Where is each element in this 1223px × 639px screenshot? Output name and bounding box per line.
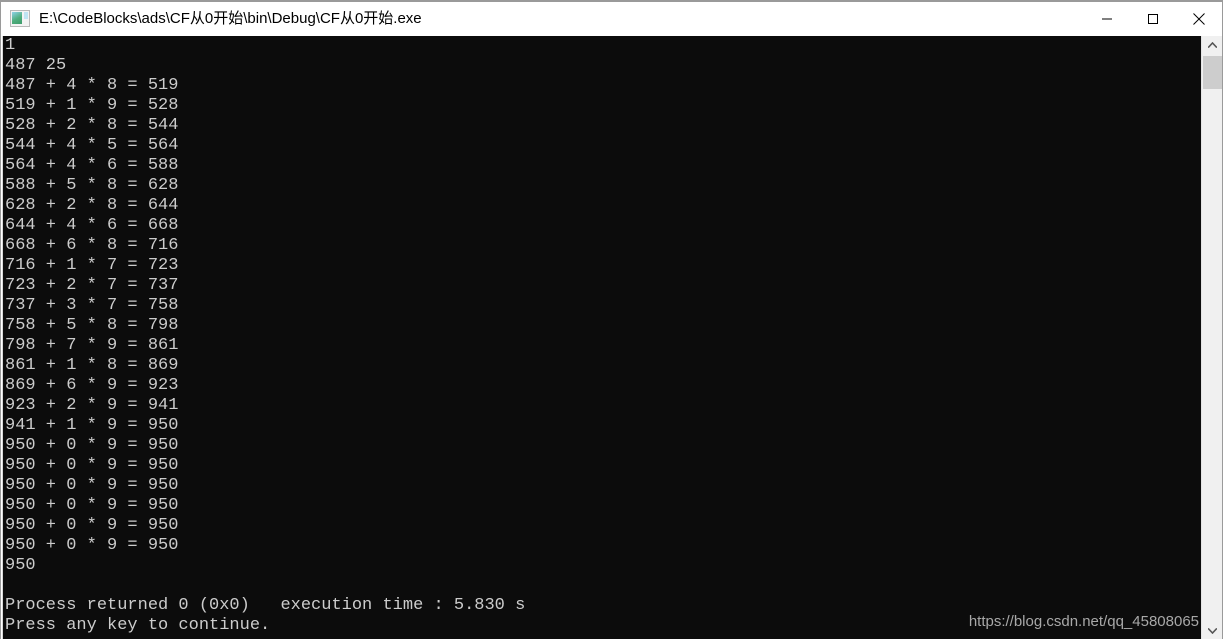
vertical-scrollbar[interactable] [1201,36,1222,639]
console-output-text: 1 487 25 487 + 4 * 8 = 519 519 + 1 * 9 =… [5,36,526,635]
scrollbar-track[interactable] [1202,54,1222,622]
maximize-icon [1148,14,1158,24]
minimize-button[interactable] [1084,2,1130,36]
console-output-area[interactable]: 1 487 25 487 + 4 * 8 = 519 519 + 1 * 9 =… [2,36,1202,639]
window-title: E:\CodeBlocks\ads\CF从0开始\bin\Debug\CF从0开… [39,10,422,27]
console-app-icon [10,10,30,28]
console-window: E:\CodeBlocks\ads\CF从0开始\bin\Debug\CF从0开… [0,0,1223,639]
close-button[interactable] [1176,2,1222,36]
minimize-icon [1102,18,1112,20]
chevron-up-icon [1208,42,1217,48]
scroll-up-button[interactable] [1202,36,1222,54]
title-bar[interactable]: E:\CodeBlocks\ads\CF从0开始\bin\Debug\CF从0开… [1,2,1222,36]
scroll-down-button[interactable] [1202,622,1222,639]
close-icon [1193,13,1205,25]
watermark-url: https://blog.csdn.net/qq_45808065 [968,613,1199,630]
maximize-button[interactable] [1130,2,1176,36]
scrollbar-thumb[interactable] [1203,56,1222,89]
chevron-down-icon [1208,628,1217,634]
window-controls [1084,2,1222,36]
